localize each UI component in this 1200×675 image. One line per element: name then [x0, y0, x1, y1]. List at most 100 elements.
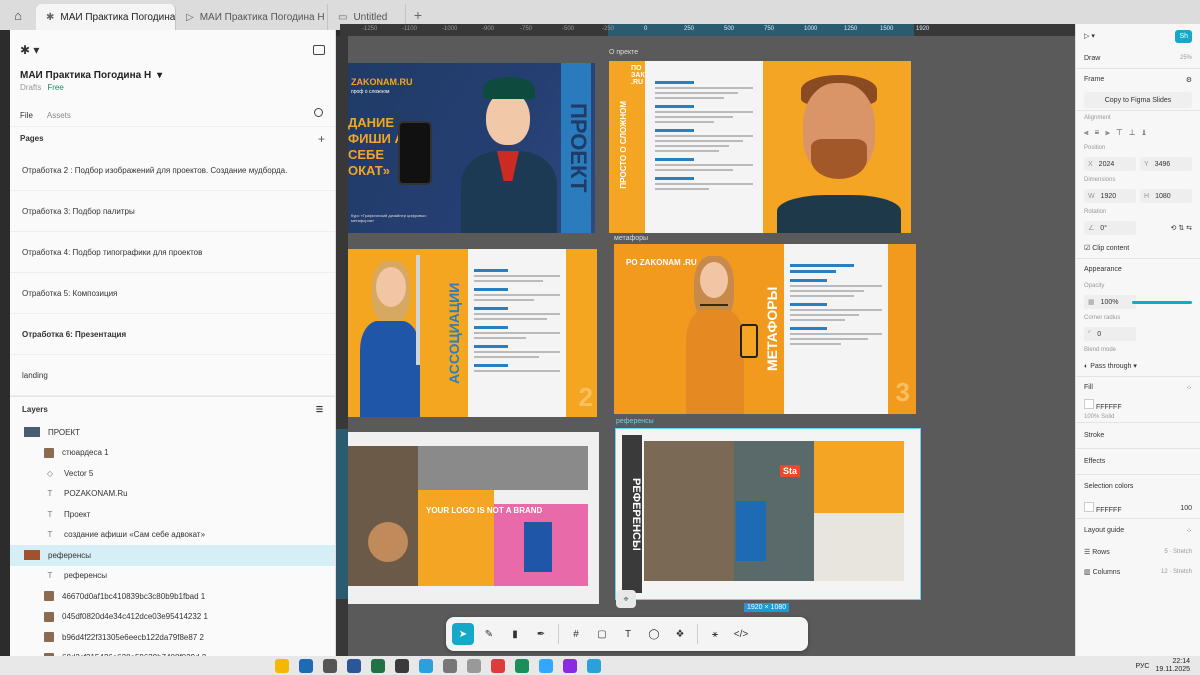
effects-label[interactable]: Effects: [1084, 458, 1105, 465]
opacity-slider[interactable]: [1132, 301, 1192, 304]
corner-radius-field[interactable]: ⌜ 0: [1084, 327, 1136, 341]
slide-associations[interactable]: АССОЦИАЦИИ 2: [348, 249, 597, 417]
app-icon[interactable]: [467, 658, 481, 673]
tab-file[interactable]: File: [20, 111, 33, 120]
canvas[interactable]: О пректе метафоры референсы ZAKONAM.RU п…: [348, 36, 1075, 656]
layer-text[interactable]: T создание афиши «Сам себе адвокат»: [10, 525, 335, 546]
layer-image[interactable]: стюардеса 1: [10, 443, 335, 464]
pencil-tool-icon[interactable]: ✎: [478, 623, 500, 645]
layer-image[interactable]: 46670d0af1bc410839bc3c80b9b1fbad 1: [10, 586, 335, 607]
zoom-level[interactable]: 25%: [1180, 55, 1192, 61]
excel-icon[interactable]: [371, 658, 385, 673]
page-item-current[interactable]: Отработка 6: Презентация: [10, 314, 335, 355]
width-field[interactable]: W 1920: [1084, 189, 1136, 203]
frame-type-selector[interactable]: Frame: [1084, 76, 1104, 83]
selection-color[interactable]: FFFFFF: [1084, 502, 1122, 514]
settings-icon[interactable]: ⚙: [1186, 76, 1192, 84]
slide-metaphors[interactable]: PO ZAKONAM .RU МЕТАФОРЫ 3: [614, 244, 916, 414]
word-icon[interactable]: [347, 658, 361, 673]
layer-frame[interactable]: ПРОЕКТ: [10, 422, 335, 443]
pen-tool-icon[interactable]: ✒: [530, 623, 552, 645]
project-title[interactable]: МАИ Практика Погодина Н ▾: [10, 70, 335, 81]
page-item[interactable]: landing: [10, 355, 335, 396]
sidebar-toggle-icon[interactable]: [313, 45, 325, 55]
copy-to-slides-button[interactable]: Copy to Figma Slides: [1084, 92, 1192, 108]
drafts-label[interactable]: Drafts: [20, 83, 41, 92]
app-icon[interactable]: [515, 658, 529, 673]
clip-content-checkbox[interactable]: ☑ Clip content: [1084, 244, 1129, 252]
columns-guide[interactable]: ▥ Columns 12 · Stretch: [1076, 562, 1200, 582]
language-indicator[interactable]: РУС: [1135, 663, 1149, 670]
frame-label-selected[interactable]: референсы: [616, 418, 654, 425]
grid-icon[interactable]: ⁘: [1186, 527, 1192, 535]
layer-vector[interactable]: ◇ Vector 5: [10, 463, 335, 484]
code-icon[interactable]: </>: [730, 623, 752, 645]
layer-image[interactable]: 045df0820d4e34c412dce03e95414232 1: [10, 607, 335, 628]
page-item[interactable]: Отработка 4: Подбор типографики для прое…: [10, 232, 335, 273]
layer-frame-selected[interactable]: референсы: [10, 545, 335, 566]
search-icon[interactable]: [314, 108, 323, 117]
explorer-icon[interactable]: [275, 658, 289, 673]
rows-guide[interactable]: ☰ Rows 5 · Stretch: [1076, 542, 1200, 562]
app-icon[interactable]: [323, 658, 337, 673]
selection-opacity[interactable]: 100: [1180, 505, 1192, 512]
align-left-icon[interactable]: ⫷: [1084, 128, 1089, 138]
layer-text[interactable]: T POZAKONAM.Ru: [10, 484, 335, 505]
slide-project[interactable]: ZAKONAM.RU проф о сложном ДАНИЕ ФИШИ А С…: [348, 63, 595, 233]
align-top-icon[interactable]: ⊤: [1116, 128, 1123, 138]
page-item[interactable]: Отработка 5: Композиция: [10, 273, 335, 314]
move-tool-icon[interactable]: ➤: [452, 623, 474, 645]
height-field[interactable]: H 1080: [1140, 189, 1192, 203]
align-right-icon[interactable]: ⫸: [1105, 128, 1110, 138]
app-icon[interactable]: [395, 658, 409, 673]
new-tab-button[interactable]: +: [406, 7, 430, 23]
rectangle-tool-icon[interactable]: ▢: [591, 623, 613, 645]
align-middle-icon[interactable]: ⊥: [1129, 128, 1136, 138]
frame-move-handle[interactable]: ⌖: [616, 590, 636, 608]
components-tool-icon[interactable]: ❖: [669, 623, 691, 645]
present-icon[interactable]: ▷ ▾: [1084, 32, 1095, 40]
clock[interactable]: 22:14 19.11.2025: [1155, 658, 1190, 674]
app-icon[interactable]: [563, 658, 577, 673]
telegram-icon[interactable]: [419, 658, 433, 673]
stroke-label[interactable]: Stroke: [1084, 432, 1104, 439]
comment-tool-icon[interactable]: ◯: [643, 623, 665, 645]
figma-menu-icon[interactable]: ✱ ▾: [20, 43, 39, 57]
collapse-layers-icon[interactable]: ☰: [316, 405, 323, 414]
frame-tool-icon[interactable]: #: [565, 623, 587, 645]
layer-image[interactable]: b96d4f22f31305e6eecb122da79f8e87 2: [10, 627, 335, 648]
slide-about[interactable]: ПО ЗАКОНАМ .RU ПРОСТО О СЛОЖНОМ: [609, 61, 911, 233]
blend-mode-select[interactable]: ◐ Pass through ▾: [1084, 362, 1137, 370]
marker-tool-icon[interactable]: ▮: [504, 623, 526, 645]
fill-swatch-row[interactable]: FFFFFF: [1084, 399, 1122, 411]
x-field[interactable]: X 2024: [1084, 157, 1136, 171]
y-field[interactable]: Y 3496: [1140, 157, 1192, 171]
share-button[interactable]: Sh: [1175, 29, 1192, 43]
rotation-field[interactable]: ∠ 0°: [1084, 221, 1136, 235]
align-bottom-icon[interactable]: ⫫: [1142, 128, 1147, 138]
home-icon[interactable]: ⌂: [0, 0, 36, 30]
text-tool-icon[interactable]: T: [617, 623, 639, 645]
grid-icon[interactable]: ⁘: [1186, 384, 1192, 392]
add-page-icon[interactable]: +: [318, 132, 325, 146]
app-icon[interactable]: [443, 658, 457, 673]
dev-mode-icon[interactable]: ⚹: [704, 623, 726, 645]
app-icon[interactable]: [491, 658, 505, 673]
opacity-field[interactable]: ▦ 100%: [1084, 295, 1136, 309]
layer-text[interactable]: T референсы: [10, 566, 335, 587]
photoshop-icon[interactable]: [539, 658, 553, 673]
tab-prototype[interactable]: ▷ МАИ Практика Погодина Н - Отраб: [176, 4, 328, 30]
frame-label[interactable]: метафоры: [614, 235, 648, 242]
align-center-icon[interactable]: ≡: [1095, 128, 1100, 138]
tab-assets[interactable]: Assets: [47, 111, 71, 120]
tab-project[interactable]: ✱ МАИ Практика Погодина Н: [36, 4, 176, 30]
page-item[interactable]: Отработка 3: Подбор палитры: [10, 191, 335, 232]
layer-text[interactable]: T Проект: [10, 504, 335, 525]
draw-tab[interactable]: Draw: [1084, 55, 1100, 62]
flip-icons[interactable]: ⟲ ⇅ ⇆: [1171, 224, 1193, 232]
telegram-icon[interactable]: [587, 658, 601, 673]
browser-icon[interactable]: [299, 658, 313, 673]
page-item[interactable]: Отработка 2 : Подбор изображений для про…: [10, 150, 335, 191]
slide-moodboard[interactable]: YOUR LOGO IS NOT A BRAND: [348, 432, 599, 604]
slide-references-selected[interactable]: РЕФЕРЕНСЫ Sta: [615, 428, 921, 600]
